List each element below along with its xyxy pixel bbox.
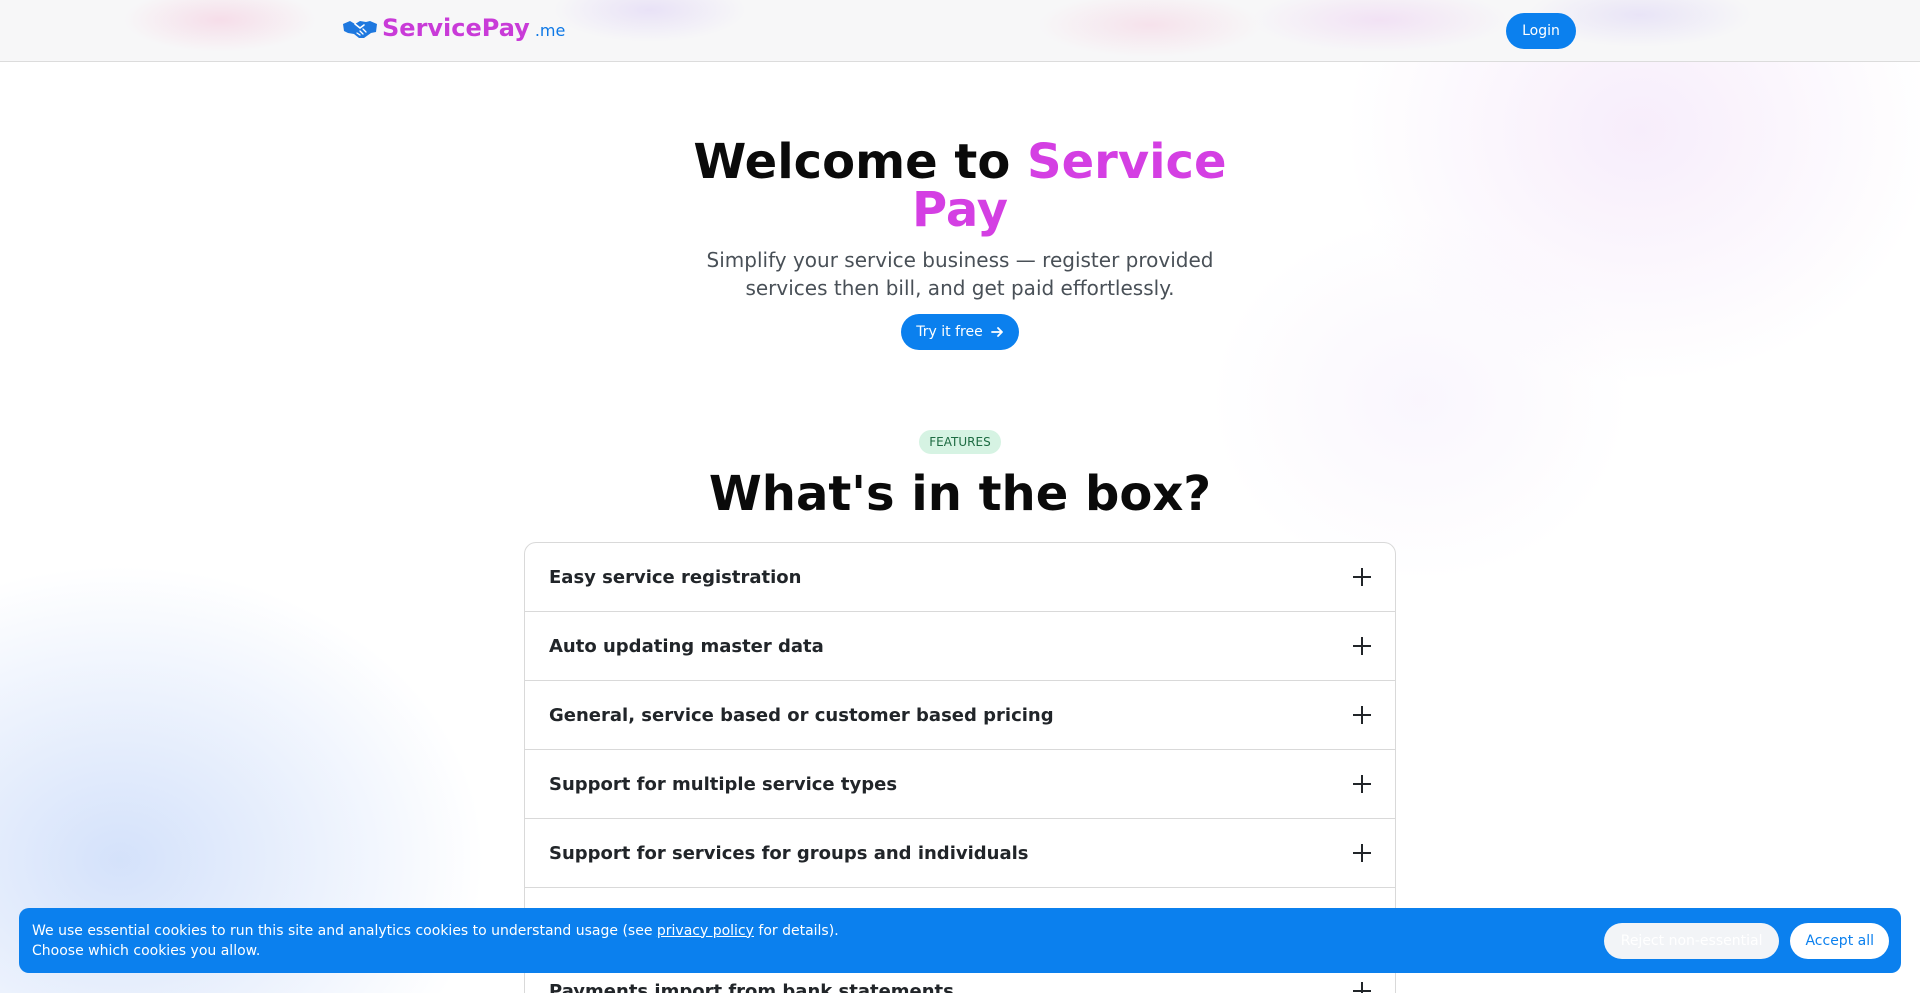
cookie-message-line1: We use essential cookies to run this sit… [32,921,839,941]
handshake-icon [343,21,377,38]
accordion-item[interactable]: Support for services for groups and indi… [525,819,1395,888]
plus-icon [1353,982,1371,993]
cookie-text-after-link: for details). [753,922,839,939]
accordion-item[interactable]: General, service based or customer based… [525,681,1395,750]
hero-subtitle: Simplify your service business — registe… [706,248,1214,300]
plus-icon [1353,775,1371,793]
accordion-item-label: Auto updating master data [549,635,824,657]
try-it-free-label: Try it free [916,324,983,340]
accept-all-button[interactable]: Accept all [1790,922,1889,959]
navbar: ServicePay .me Login [0,0,1920,62]
hero-title: Welcome to Service Pay [690,138,1230,234]
brand-name: ServicePay [382,14,530,42]
cookie-message-line2: Choose which cookies you allow. [32,942,261,959]
cookie-actions: Reject non-essential Accept all [1603,922,1889,959]
accordion-item-label: Support for services for groups and indi… [549,842,1029,864]
brand-logo-link[interactable]: ServicePay .me [342,14,565,42]
hero-section: Welcome to Service Pay Simplify your ser… [0,138,1920,350]
accordion-item-label: General, service based or customer based… [549,704,1054,726]
accordion-item-label: Easy service registration [549,566,802,588]
features-section: FEATURES What's in the box? [0,430,1920,522]
cookie-banner: We use essential cookies to run this sit… [19,908,1901,973]
accordion-item-label: Payments import from bank statements [549,980,954,993]
plus-icon [1353,844,1371,862]
accordion-item[interactable]: Support for multiple service types [525,750,1395,819]
login-button[interactable]: Login [1506,13,1576,49]
try-it-free-button[interactable]: Try it free [901,314,1019,350]
accordion-item[interactable]: Easy service registration [525,543,1395,612]
reject-non-essential-button[interactable]: Reject non-essential [1603,922,1780,959]
accordion-item[interactable]: Auto updating master data [525,612,1395,681]
plus-icon [1353,637,1371,655]
plus-icon [1353,568,1371,586]
privacy-policy-link[interactable]: privacy policy [657,923,754,939]
brand-tld: .me [534,21,566,40]
plus-icon [1353,706,1371,724]
features-heading: What's in the box? [708,466,1212,522]
arrow-right-icon [990,327,1003,337]
features-badge: FEATURES [919,430,1001,454]
cookie-text-before-link: We use essential cookies to run this sit… [32,922,657,939]
cookie-message: We use essential cookies to run this sit… [32,921,839,961]
accordion-item-label: Support for multiple service types [549,773,898,795]
